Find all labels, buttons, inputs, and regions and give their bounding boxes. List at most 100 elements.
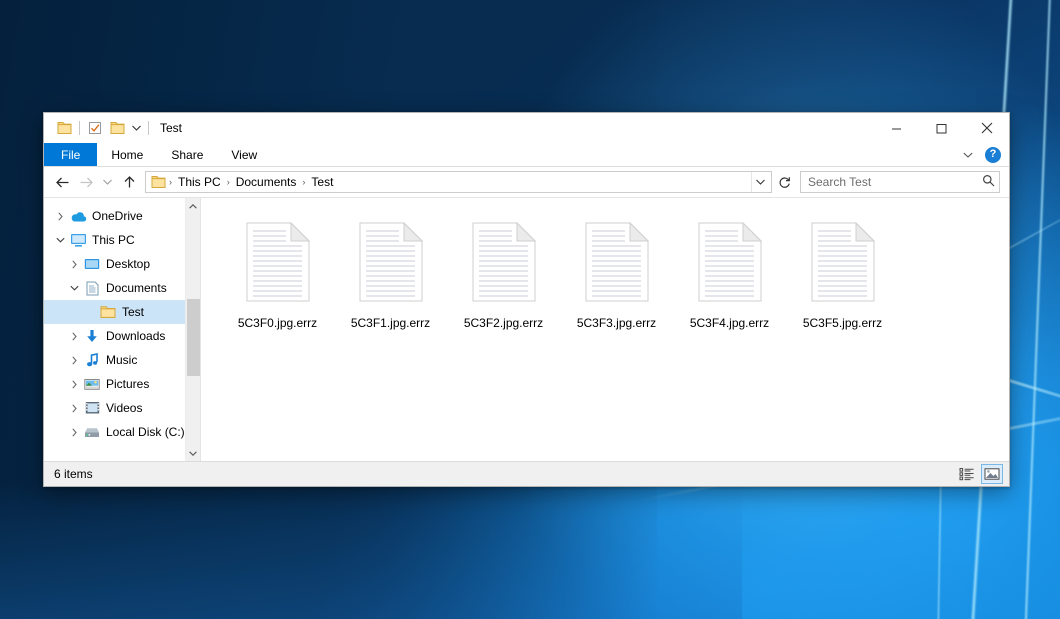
sidebar-item-videos[interactable]: Videos bbox=[44, 396, 200, 420]
folder-icon bbox=[98, 305, 118, 319]
sidebar-item-desktop[interactable]: Desktop bbox=[44, 252, 200, 276]
list-item[interactable]: 5C3F4.jpg.errz bbox=[673, 216, 786, 344]
generic-document-icon bbox=[696, 220, 764, 307]
new-folder-icon[interactable] bbox=[106, 117, 128, 139]
quick-access-toolbar bbox=[44, 117, 153, 139]
sidebar-item-label: This PC bbox=[92, 233, 135, 247]
breadcrumb-item-test[interactable]: Test bbox=[306, 175, 338, 189]
scroll-up-icon[interactable] bbox=[186, 198, 201, 214]
sidebar-item-music[interactable]: Music bbox=[44, 348, 200, 372]
list-item[interactable]: 5C3F5.jpg.errz bbox=[786, 216, 899, 344]
sidebar-item-label: Documents bbox=[106, 281, 167, 295]
scrollbar-track[interactable] bbox=[186, 214, 201, 445]
scrollbar-thumb[interactable] bbox=[187, 299, 200, 375]
file-list-view[interactable]: 5C3F0.jpg.errz 5C3F1.jpg. bbox=[201, 198, 1009, 461]
status-bar: 6 items bbox=[44, 461, 1009, 486]
list-item[interactable]: 5C3F3.jpg.errz bbox=[560, 216, 673, 344]
address-dropdown-icon[interactable] bbox=[751, 172, 769, 192]
sidebar-item-label: Music bbox=[106, 353, 137, 367]
toolbar-divider bbox=[148, 121, 149, 135]
wallpaper-sheen bbox=[0, 483, 742, 619]
generic-document-icon bbox=[357, 220, 425, 307]
sidebar-item-label: Desktop bbox=[106, 257, 150, 271]
tab-file[interactable]: File bbox=[44, 143, 97, 166]
breadcrumb[interactable]: › This PC › Documents › Test bbox=[145, 171, 772, 193]
pictures-icon bbox=[82, 378, 102, 391]
breadcrumb-item-documents[interactable]: Documents bbox=[231, 175, 302, 189]
address-bar: › This PC › Documents › Test Search Test bbox=[44, 167, 1009, 197]
minimize-button[interactable] bbox=[874, 113, 919, 143]
sidebar-item-test[interactable]: Test bbox=[44, 300, 200, 324]
file-name-label: 5C3F1.jpg.errz bbox=[351, 316, 430, 331]
help-icon[interactable]: ? bbox=[985, 147, 1001, 163]
list-item[interactable]: 5C3F2.jpg.errz bbox=[447, 216, 560, 344]
maximize-button[interactable] bbox=[919, 113, 964, 143]
list-item[interactable]: 5C3F1.jpg.errz bbox=[334, 216, 447, 344]
desktop-icon bbox=[82, 258, 102, 271]
window-controls bbox=[874, 113, 1009, 143]
sidebar-item-downloads[interactable]: Downloads bbox=[44, 324, 200, 348]
generic-document-icon bbox=[244, 220, 312, 307]
sidebar-item-pictures[interactable]: Pictures bbox=[44, 372, 200, 396]
documents-icon bbox=[82, 281, 102, 296]
title-bar[interactable]: Test bbox=[44, 113, 1009, 143]
search-input[interactable]: Search Test bbox=[800, 171, 1000, 193]
sidebar-item-onedrive[interactable]: OneDrive bbox=[44, 204, 200, 228]
ribbon-tab-bar: File Home Share View ? bbox=[44, 143, 1009, 167]
sidebar-item-label: Test bbox=[122, 305, 144, 319]
tab-view[interactable]: View bbox=[217, 143, 271, 166]
thispc-icon bbox=[68, 233, 88, 247]
sidebar-item-local-disk-c[interactable]: Local Disk (C:) bbox=[44, 420, 200, 444]
sidebar-item-label: Videos bbox=[106, 401, 142, 415]
chevron-right-icon[interactable] bbox=[66, 380, 82, 389]
folder-icon[interactable] bbox=[53, 117, 75, 139]
downloads-icon bbox=[82, 329, 102, 344]
properties-icon[interactable] bbox=[84, 117, 106, 139]
forward-button[interactable] bbox=[74, 170, 98, 194]
expand-ribbon-icon[interactable] bbox=[959, 150, 977, 160]
sidebar-item-label: OneDrive bbox=[92, 209, 143, 223]
back-button[interactable] bbox=[50, 170, 74, 194]
generic-document-icon bbox=[583, 220, 651, 307]
sidebar-item-label: Pictures bbox=[106, 377, 149, 391]
details-view-button[interactable] bbox=[956, 464, 978, 484]
toolbar-divider bbox=[79, 121, 80, 135]
window-title: Test bbox=[160, 121, 182, 135]
onedrive-icon bbox=[68, 210, 88, 223]
chevron-right-icon[interactable] bbox=[66, 428, 82, 437]
navigation-scrollbar[interactable] bbox=[185, 198, 200, 461]
drive-icon bbox=[82, 426, 102, 439]
large-icons-view-button[interactable] bbox=[981, 464, 1003, 484]
chevron-right-icon[interactable] bbox=[66, 332, 82, 341]
up-button[interactable] bbox=[117, 170, 141, 194]
generic-document-icon bbox=[470, 220, 538, 307]
list-item[interactable]: 5C3F0.jpg.errz bbox=[221, 216, 334, 344]
videos-icon bbox=[82, 401, 102, 415]
chevron-down-icon[interactable] bbox=[52, 237, 68, 243]
music-icon bbox=[82, 353, 102, 368]
file-name-label: 5C3F4.jpg.errz bbox=[690, 316, 769, 331]
tab-share[interactable]: Share bbox=[157, 143, 217, 166]
chevron-down-icon[interactable] bbox=[128, 117, 144, 139]
search-placeholder: Search Test bbox=[808, 175, 982, 189]
sidebar-item-documents[interactable]: Documents bbox=[44, 276, 200, 300]
recent-locations-icon[interactable] bbox=[98, 170, 117, 194]
sidebar-item-this-pc[interactable]: This PC bbox=[44, 228, 200, 252]
refresh-button[interactable] bbox=[773, 171, 795, 193]
ribbon-actions: ? bbox=[959, 143, 1009, 166]
breadcrumb-item-this-pc[interactable]: This PC bbox=[173, 175, 226, 189]
view-mode-buttons bbox=[956, 464, 1003, 484]
chevron-right-icon[interactable] bbox=[52, 212, 68, 221]
breadcrumb-folder-icon[interactable] bbox=[151, 175, 166, 189]
chevron-right-icon[interactable] bbox=[66, 356, 82, 365]
navigation-pane: OneDrive This PC bbox=[44, 198, 201, 461]
window-body: OneDrive This PC bbox=[44, 197, 1009, 461]
tab-home[interactable]: Home bbox=[97, 143, 157, 166]
search-icon[interactable] bbox=[982, 174, 995, 190]
scroll-down-icon[interactable] bbox=[186, 445, 201, 461]
chevron-right-icon[interactable] bbox=[66, 260, 82, 269]
chevron-down-icon[interactable] bbox=[66, 285, 82, 291]
close-button[interactable] bbox=[964, 113, 1009, 143]
chevron-right-icon[interactable] bbox=[66, 404, 82, 413]
file-name-label: 5C3F5.jpg.errz bbox=[803, 316, 882, 331]
